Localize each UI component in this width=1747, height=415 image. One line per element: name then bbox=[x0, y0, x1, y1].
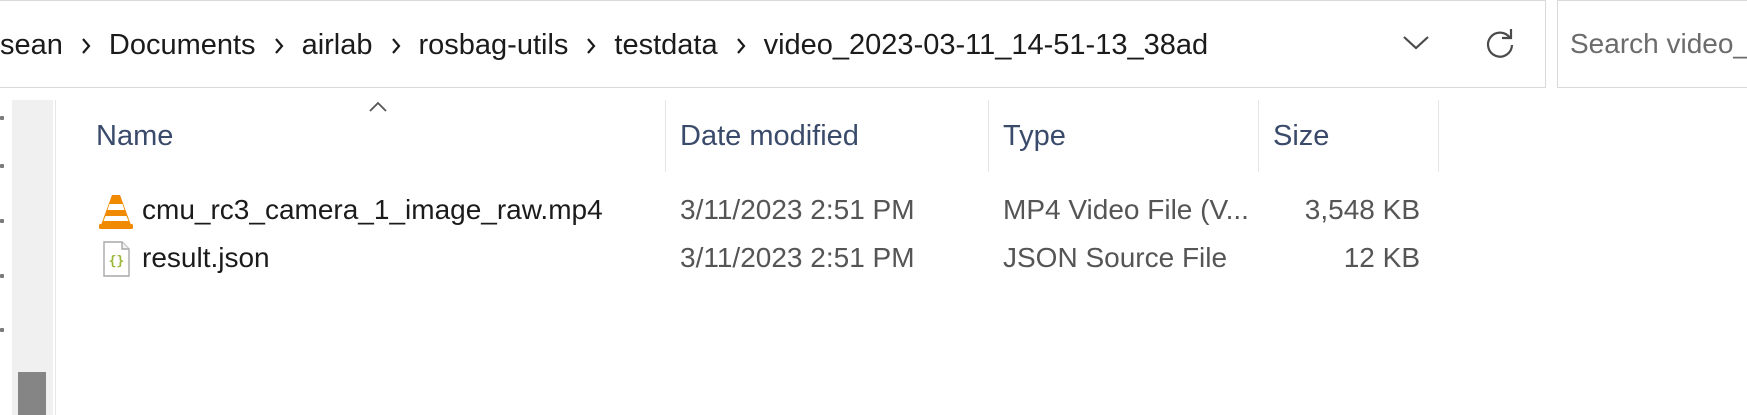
breadcrumb-item-current-folder[interactable]: video_2023-03-11_14-51-13_38ad bbox=[764, 29, 1209, 62]
chevron-down-icon bbox=[1402, 35, 1430, 56]
json-file-icon: {} bbox=[98, 240, 134, 277]
search-input[interactable] bbox=[1558, 1, 1747, 87]
file-row[interactable]: cmu_rc3_camera_1_image_raw.mp4 3/11/2023… bbox=[56, 184, 1747, 236]
column-header-type-label: Type bbox=[1003, 119, 1066, 152]
nav-tree-marker bbox=[0, 328, 4, 332]
breadcrumb-item-sean[interactable]: sean bbox=[0, 29, 63, 62]
column-header-name-label: Name bbox=[96, 119, 174, 152]
nav-tree-marker bbox=[0, 219, 4, 223]
chevron-right-icon[interactable] bbox=[373, 29, 419, 62]
breadcrumb-item-documents[interactable]: Documents bbox=[109, 29, 256, 62]
file-date-modified: 3/11/2023 2:51 PM bbox=[680, 242, 915, 273]
file-size: 12 KB bbox=[1343, 242, 1420, 273]
top-bar: sean Documents airlab rosbag-utils testd… bbox=[0, 0, 1747, 90]
column-header-size[interactable]: Size bbox=[1259, 100, 1439, 172]
column-header-type[interactable]: Type bbox=[989, 100, 1259, 172]
refresh-icon bbox=[1483, 26, 1517, 65]
chevron-right-icon[interactable] bbox=[568, 29, 614, 62]
scrollbar-thumb[interactable] bbox=[18, 372, 46, 415]
column-header-date-label: Date modified bbox=[680, 119, 859, 152]
breadcrumb-item-rosbag-utils[interactable]: rosbag-utils bbox=[419, 29, 569, 62]
address-history-dropdown[interactable] bbox=[1394, 23, 1438, 67]
nav-tree-marker bbox=[0, 116, 4, 120]
breadcrumb: sean Documents airlab rosbag-utils testd… bbox=[0, 1, 1208, 89]
refresh-button[interactable] bbox=[1476, 21, 1524, 69]
address-bar[interactable]: sean Documents airlab rosbag-utils testd… bbox=[0, 0, 1546, 88]
file-size: 3,548 KB bbox=[1304, 194, 1420, 225]
search-box[interactable] bbox=[1557, 0, 1747, 88]
scrollbar-track[interactable] bbox=[12, 100, 53, 415]
column-header-name[interactable]: Name bbox=[82, 100, 666, 172]
chevron-right-icon[interactable] bbox=[718, 29, 764, 62]
file-row[interactable]: {} result.json 3/11/2023 2:51 PM JSON So… bbox=[56, 232, 1747, 284]
column-header-date-modified[interactable]: Date modified bbox=[666, 100, 989, 172]
file-date-modified: 3/11/2023 2:51 PM bbox=[680, 194, 915, 225]
chevron-right-icon[interactable] bbox=[256, 29, 302, 62]
nav-tree-marker bbox=[0, 274, 4, 278]
svg-text:{}: {} bbox=[109, 254, 125, 269]
breadcrumb-item-airlab[interactable]: airlab bbox=[302, 29, 373, 62]
column-header-row: Name Date modified Type Size bbox=[56, 100, 1747, 172]
column-header-size-label: Size bbox=[1273, 119, 1330, 152]
chevron-right-icon[interactable] bbox=[63, 29, 109, 62]
breadcrumb-item-testdata[interactable]: testdata bbox=[614, 29, 717, 62]
file-name: result.json bbox=[142, 242, 270, 273]
nav-tree-marker bbox=[0, 164, 4, 168]
file-name: cmu_rc3_camera_1_image_raw.mp4 bbox=[142, 194, 603, 225]
vlc-video-icon bbox=[98, 192, 134, 229]
